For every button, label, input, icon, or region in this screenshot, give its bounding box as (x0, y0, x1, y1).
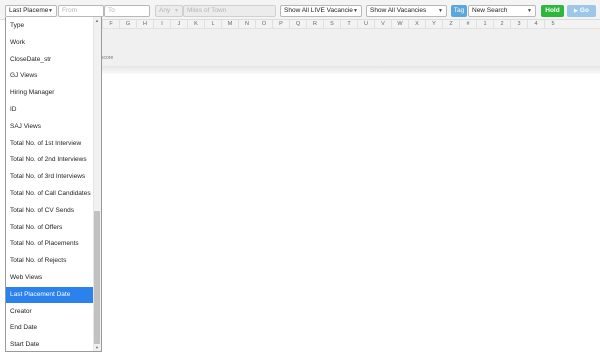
dropdown-option[interactable]: Total No. of 3rd Interviews (6, 169, 94, 185)
dropdown-option[interactable]: Total No. of Placements (6, 236, 94, 252)
caret-down-icon: ▼ (174, 8, 179, 14)
vacancy-filter-select[interactable]: Show All LIVE Vacancie ▼ (280, 5, 362, 17)
alphabet-letter[interactable]: W (391, 20, 408, 29)
dropdown-option[interactable]: Type (6, 18, 94, 34)
to-placeholder: To (108, 7, 115, 14)
tag-label: Tag (453, 7, 465, 14)
tag-button[interactable]: Tag (451, 5, 467, 17)
hold-button[interactable]: Hold (541, 5, 564, 17)
alphabet-letter[interactable]: F (102, 20, 119, 29)
header-divider (100, 66, 600, 74)
dropdown-option[interactable]: Total No. of Rejects (6, 253, 94, 269)
field-select[interactable]: Last Placeme ▼ (5, 5, 57, 17)
alphabet-letter[interactable]: Q (289, 20, 306, 29)
alphabet-letter[interactable]: J (170, 20, 187, 29)
vacancy-scope-value: Show All Vacancies (370, 7, 427, 14)
search-select[interactable]: New Search ▼ (468, 5, 536, 17)
alphabet-letter[interactable]: 5 (544, 20, 561, 29)
alphabet-letter[interactable]: N (238, 20, 255, 29)
caret-down-icon: ▼ (438, 8, 443, 14)
caret-down-icon: ▼ (353, 8, 358, 14)
alphabet-letter[interactable]: M (221, 20, 238, 29)
alphabet-letter[interactable]: 4 (527, 20, 544, 29)
dropdown-option[interactable]: Last Placement Date (6, 286, 94, 303)
field-dropdown-list[interactable]: Type Work CloseDate_str GJ Views Hiring Mana… (5, 17, 102, 352)
field-select-value: Last Placeme (9, 7, 49, 14)
alphabet-letter[interactable]: T (340, 20, 357, 29)
alphabet-letter[interactable]: # (459, 20, 476, 29)
vacancy-filter-value: Show All LIVE Vacancie (284, 7, 353, 14)
go-label: Go (579, 7, 589, 14)
dropdown-option[interactable]: Total No. of CV Sends (6, 203, 94, 219)
miles-of-town-input[interactable]: Miles of Town (183, 5, 276, 17)
dropdown-option[interactable]: GJ Views (6, 68, 94, 84)
alphabet-letter[interactable]: R (306, 20, 323, 29)
dropdown-option[interactable]: Hiring Manager (6, 85, 94, 101)
alphabet-letter[interactable]: I (153, 20, 170, 29)
alphabet-letter[interactable]: S (323, 20, 340, 29)
any-select[interactable]: Any ▼ (155, 5, 183, 17)
alphabet-letter[interactable]: V (374, 20, 391, 29)
dropdown-scrollbar[interactable]: ▲ ▼ (93, 17, 101, 351)
alphabet-letter[interactable]: O (255, 20, 272, 29)
alphabet-letter[interactable]: Z (442, 20, 459, 29)
caret-down-icon: ▼ (48, 8, 53, 14)
alphabet-letter[interactable]: L (204, 20, 221, 29)
alphabet-letter[interactable]: Y (425, 20, 442, 29)
alphabet-letter[interactable]: G (119, 20, 136, 29)
alphabet-letter[interactable]: P (272, 20, 289, 29)
caret-down-icon: ▼ (527, 8, 532, 14)
miles-placeholder: Miles of Town (187, 7, 227, 14)
hold-label: Hold (545, 7, 560, 14)
play-icon: ▶ (574, 8, 578, 14)
dropdown-option[interactable]: CloseDate_str (6, 52, 94, 68)
any-select-value: Any (159, 7, 171, 14)
alphabet-letter[interactable]: X (408, 20, 425, 29)
dropdown-option[interactable]: Total No. of 1st Interview (6, 136, 94, 152)
alphabet-letter[interactable]: 2 (493, 20, 510, 29)
dropdown-option[interactable]: End Date (6, 320, 94, 336)
scroll-up-arrow-icon[interactable]: ▲ (94, 18, 100, 24)
alphabet-filter-bar: F G H I J K L M N O P Q R S T U V W X Y Z #1 2 3 4 5 (100, 20, 600, 29)
dropdown-option[interactable]: Total No. of Call Candidates (6, 186, 94, 202)
from-placeholder: From (62, 7, 78, 14)
results-header-band (100, 29, 600, 66)
alphabet-letter[interactable]: 1 (476, 20, 493, 29)
search-select-value: New Search (472, 7, 508, 14)
alphabet-letter[interactable]: 3 (510, 20, 527, 29)
to-date-input[interactable]: To (104, 5, 150, 17)
alphabet-letter[interactable]: K (187, 20, 204, 29)
dropdown-option[interactable]: Work (6, 35, 94, 51)
alphabet-letter[interactable]: U (357, 20, 374, 29)
dropdown-option[interactable]: SAJ Views (6, 119, 94, 135)
dropdown-option[interactable]: Start Date (6, 337, 94, 351)
dropdown-option[interactable]: Web Views (6, 270, 94, 286)
dropdown-option[interactable]: Total No. of 2nd Interviews (6, 152, 94, 168)
vacancy-scope-select[interactable]: Show All Vacancies ▼ (366, 5, 447, 17)
alphabet-letter[interactable]: H (136, 20, 153, 29)
score-column-label: score (101, 55, 114, 61)
from-date-input[interactable]: From (58, 5, 104, 17)
dropdown-option[interactable]: ID (6, 102, 94, 118)
dropdown-option[interactable]: Total No. of Offers (6, 220, 94, 236)
scrollbar-thumb[interactable] (94, 211, 100, 344)
go-button[interactable]: ▶ Go (567, 5, 596, 17)
scroll-down-arrow-icon[interactable]: ▼ (94, 345, 100, 351)
dropdown-option[interactable]: Creator (6, 304, 94, 320)
